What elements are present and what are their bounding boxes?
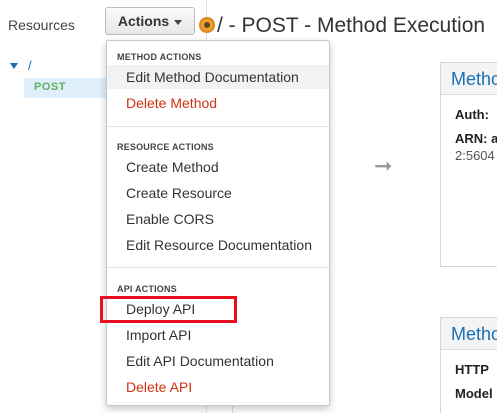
method-request-title[interactable]: Metho — [441, 63, 497, 95]
delete-api-item[interactable]: Delete API — [107, 375, 329, 399]
actions-button-label[interactable]: Actions — [118, 13, 169, 29]
auth-label: Auth: — [455, 107, 489, 122]
edit-api-documentation-item[interactable]: Edit API Documentation — [107, 349, 329, 373]
tree-root-label[interactable]: / — [28, 58, 32, 73]
actions-dropdown-menu: METHOD ACTIONS Edit Method Documentation… — [106, 40, 330, 406]
create-method-item[interactable]: Create Method — [107, 155, 329, 179]
resources-label: Resources — [8, 17, 75, 33]
enable-cors-item[interactable]: Enable CORS — [107, 207, 329, 231]
page-title: / - POST - Method Execution — [217, 14, 486, 37]
caret-down-icon[interactable] — [10, 62, 18, 69]
method-response-title[interactable]: Metho — [441, 318, 497, 350]
arn-label: ARN: a — [455, 131, 497, 146]
chevron-down-icon[interactable] — [174, 19, 183, 25]
method-status-icon — [199, 17, 215, 33]
arrow-right-icon: ➞ — [374, 153, 393, 178]
create-resource-item[interactable]: Create Resource — [107, 181, 329, 205]
menu-divider — [107, 126, 329, 127]
menu-divider — [107, 267, 329, 268]
actions-button[interactable]: Actions — [105, 7, 195, 35]
api-actions-heading: API ACTIONS — [117, 284, 177, 294]
method-request-card: Metho Auth: ARN: a 2:5604 — [440, 62, 497, 267]
delete-method-item[interactable]: Delete Method — [107, 91, 329, 115]
http-label: HTTP — [455, 362, 489, 377]
tree-root-item[interactable]: / — [10, 58, 32, 73]
deploy-api-highlight — [100, 296, 237, 323]
arn-value: 2:5604 — [455, 148, 495, 163]
import-api-item[interactable]: Import API — [107, 323, 329, 347]
edit-method-documentation-item[interactable]: Edit Method Documentation — [107, 65, 329, 89]
edit-resource-documentation-item[interactable]: Edit Resource Documentation — [107, 233, 329, 257]
method-actions-heading: METHOD ACTIONS — [117, 52, 202, 62]
resource-actions-heading: RESOURCE ACTIONS — [117, 142, 214, 152]
model-label: Model — [455, 386, 493, 401]
method-response-card: Metho HTTP Model — [440, 317, 497, 413]
